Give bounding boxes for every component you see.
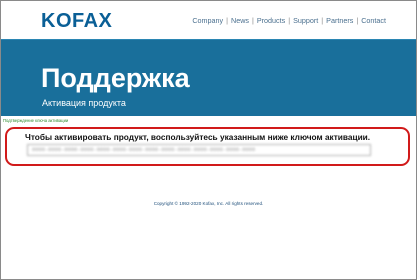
nav-news[interactable]: News <box>231 16 249 25</box>
nav-separator: | <box>226 16 228 25</box>
top-nav: Company | News | Products | Support | Pa… <box>192 16 386 25</box>
site-header: KOFAX Company | News | Products | Suppor… <box>1 1 416 39</box>
nav-separator: | <box>288 16 291 25</box>
kofax-logo[interactable]: KOFAX <box>41 11 112 31</box>
copyright-text: Copyright © 1992-2020 Kofax, Inc. All ri… <box>153 201 264 206</box>
nav-support[interactable]: Support <box>293 16 318 25</box>
page-title: Поддержка <box>41 63 190 93</box>
confirmation-label: Подтверждение ключа активации <box>3 118 69 123</box>
nav-products[interactable]: Products <box>257 16 285 25</box>
nav-company[interactable]: Company <box>192 16 223 25</box>
page-frame: KOFAX Company | News | Products | Suppor… <box>0 0 417 280</box>
nav-separator: | <box>251 16 254 25</box>
activation-instruction: Чтобы активировать продукт, воспользуйте… <box>25 132 371 142</box>
nav-separator: | <box>321 16 324 25</box>
nav-separator: | <box>356 16 359 25</box>
support-banner: Поддержка Активация продукта <box>1 39 416 116</box>
activation-key-field[interactable]: 0000-0000-0000-0000-0000-0000-0000-0000-… <box>27 144 371 156</box>
page-subtitle: Активация продукта <box>42 98 126 108</box>
nav-partners[interactable]: Partners <box>326 16 353 25</box>
nav-contact[interactable]: Contact <box>361 16 386 25</box>
